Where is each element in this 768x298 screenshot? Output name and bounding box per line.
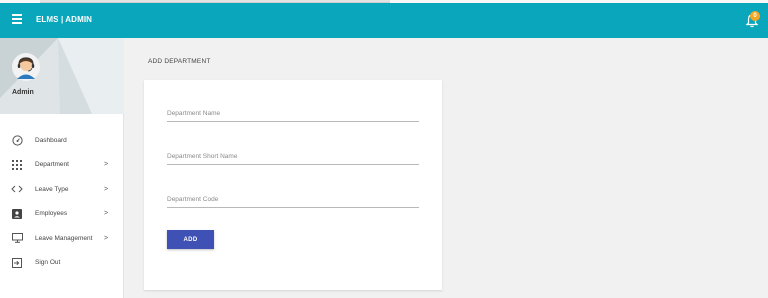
sidebar-item-label: Leave Type: [35, 185, 69, 193]
sidebar-item-dashboard[interactable]: Dashboard: [0, 128, 124, 153]
department-short-name-input[interactable]: [167, 147, 419, 166]
account-box-icon: [11, 208, 23, 220]
notification-badge[interactable]: 0: [750, 11, 760, 21]
sidebar-item-leave-management[interactable]: Leave Management >: [0, 226, 124, 251]
sidebar-item-employees[interactable]: Employees >: [0, 202, 124, 227]
profile-name: Admin: [12, 89, 34, 96]
add-button[interactable]: ADD: [167, 230, 214, 249]
sidebar-item-sign-out[interactable]: Sign Out: [0, 251, 124, 276]
department-code-input[interactable]: [167, 190, 419, 209]
top-navbar: ELMS | ADMIN 0: [0, 3, 768, 38]
chevron-right-icon: >: [104, 234, 109, 242]
chevron-right-icon: >: [104, 161, 109, 169]
sidebar-item-label: Sign Out: [35, 259, 61, 267]
sidebar-item-label: Employees: [35, 210, 68, 218]
brand-title[interactable]: ELMS | ADMIN: [36, 15, 92, 24]
grid-icon: [11, 159, 23, 171]
sidebar-menu: Dashboard Department > Leave Type > Empl…: [0, 128, 124, 275]
avatar[interactable]: [12, 53, 40, 81]
department-short-name-field: [167, 145, 419, 166]
chevron-right-icon: >: [104, 210, 109, 218]
desktop-icon: [11, 232, 23, 244]
sidebar: Admin Dashboard Department > Leave Type …: [0, 38, 124, 298]
sidebar-item-label: Dashboard: [35, 136, 67, 144]
page-title: ADD DEPARTMENT: [148, 58, 211, 65]
sidebar-item-label: Department: [35, 161, 69, 169]
hamburger-menu-icon[interactable]: [12, 14, 22, 24]
dashboard-icon: [11, 134, 23, 146]
chevron-right-icon: >: [104, 185, 109, 193]
sidebar-item-label: Leave Management: [35, 234, 93, 242]
department-code-field: [167, 188, 419, 209]
add-department-form: ADD: [144, 80, 442, 290]
sidebar-item-leave-type[interactable]: Leave Type >: [0, 177, 124, 202]
sign-out-icon: [11, 257, 23, 269]
profile-panel: Admin: [0, 38, 124, 114]
code-icon: [11, 183, 23, 195]
department-name-input[interactable]: [167, 104, 419, 123]
department-name-field: [167, 102, 419, 123]
sidebar-item-department[interactable]: Department >: [0, 153, 124, 178]
